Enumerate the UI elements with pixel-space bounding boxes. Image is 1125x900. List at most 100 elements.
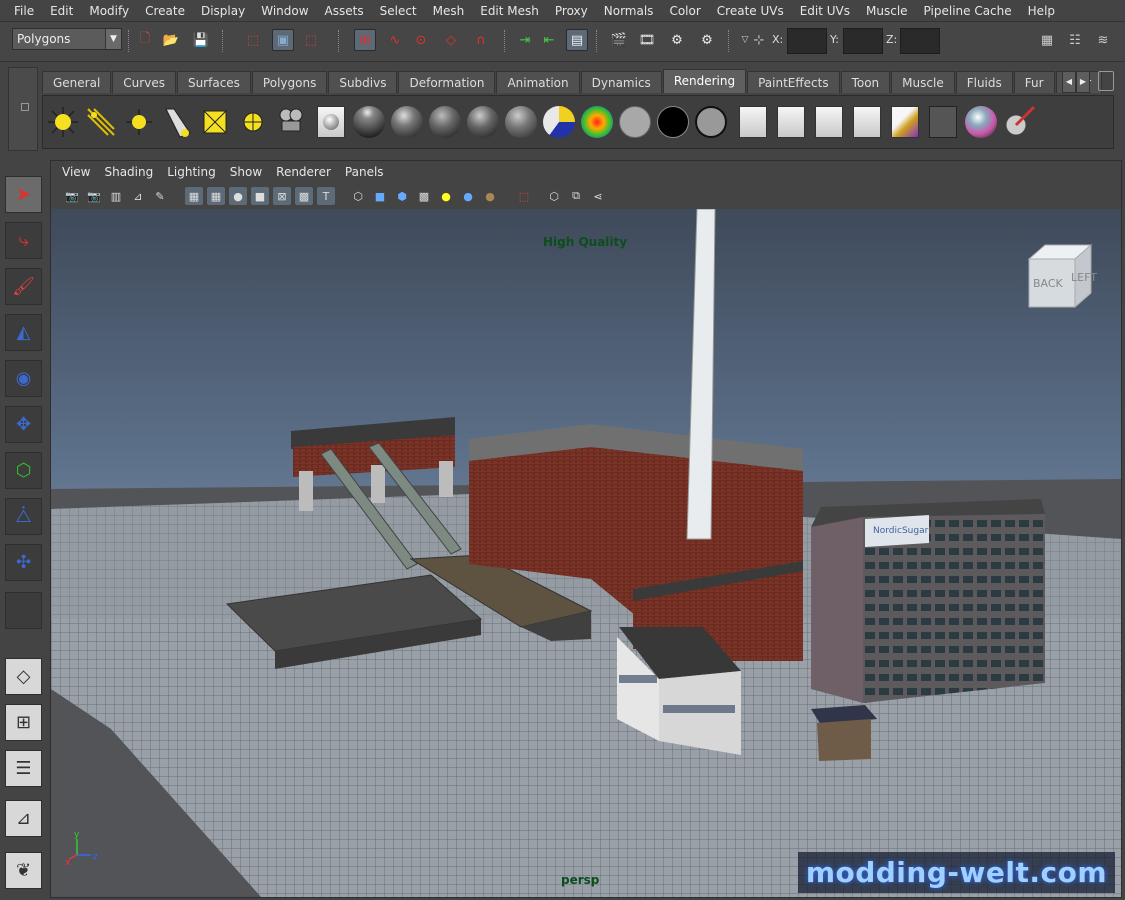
panel-menu-shading[interactable]: Shading [97,161,160,183]
menu-file[interactable]: File [6,0,42,22]
shelf-tab-muscle[interactable]: Muscle [891,71,955,93]
select-hierarchy-icon[interactable]: ⬚ [242,29,264,51]
chevron-down-icon[interactable]: ▼ [105,29,121,49]
save-scene-icon[interactable]: 💾 [190,29,212,51]
camera-select-icon[interactable]: 📷 [63,187,81,205]
shelf-tab-fur[interactable]: Fur [1013,71,1055,93]
menu-edit-uvs[interactable]: Edit UVs [792,0,858,22]
shelf-tab-surfaces[interactable]: Surfaces [176,71,251,93]
chevron-left-icon[interactable]: ◀ [1062,71,1076,93]
paint-fx-icon[interactable] [963,104,999,140]
point-light-icon[interactable] [121,104,157,140]
textured-icon[interactable]: ▩ [295,187,313,205]
menu-window[interactable]: Window [253,0,316,22]
scale-tool-icon[interactable]: ✥ [5,406,42,443]
shelf-tab-general[interactable]: General [42,71,112,93]
menu-modify[interactable]: Modify [81,0,137,22]
shelf-tab-rendering[interactable]: Rendering [662,69,747,93]
light-linking-icon[interactable] [887,104,923,140]
hud-icon[interactable]: ⬡ [545,187,563,205]
render-settings-icon[interactable] [811,104,847,140]
move-tool-icon[interactable]: ◭ [5,314,42,351]
hypershade-icon[interactable] [693,104,729,140]
menu-display[interactable]: Display [193,0,253,22]
soft-modification-icon[interactable]: ⧊ [5,498,42,535]
snap-point-icon[interactable]: ⊙ [410,29,432,51]
z-field[interactable] [900,28,940,54]
shelf-tab-subdivs[interactable]: Subdivs [328,71,398,93]
panel-menu-panels[interactable]: Panels [338,161,391,183]
tool-settings-icon[interactable]: ☷ [1064,29,1086,51]
menu-edit-mesh[interactable]: Edit Mesh [472,0,547,22]
snap-plane-icon[interactable]: ◇ [440,29,462,51]
render-settings-icon[interactable]: ⚙ [666,29,688,51]
paint-select-tool-icon[interactable]: 🖌 [5,268,42,305]
share-icon[interactable]: ⋖ [589,187,607,205]
graph-editor-layout-icon[interactable]: ⊿ [5,800,42,837]
menu-normals[interactable]: Normals [596,0,662,22]
paint-tool-icon[interactable] [1001,104,1037,140]
ipr-render-icon[interactable] [773,104,809,140]
shadows-icon[interactable]: ● [459,187,477,205]
use-background-shader-icon[interactable] [655,104,691,140]
wireframe-icon[interactable]: ▦ [185,187,203,205]
select-camera-icon[interactable]: ⬚ [515,187,533,205]
flat-shade-icon[interactable]: ■ [251,187,269,205]
hypershade-icon[interactable]: ⚙ [696,29,718,51]
snap-curve-icon[interactable]: ∿ [384,29,406,51]
shelf-tab-toon[interactable]: Toon [840,71,891,93]
image-plane-icon[interactable]: ⊿ [129,187,147,205]
shelf-handle[interactable] [8,67,38,151]
resolution-gate-icon[interactable]: ⧉ [567,187,585,205]
menu-pipeline-cache[interactable]: Pipeline Cache [916,0,1020,22]
camera-attributes-icon[interactable]: 📷 [85,187,103,205]
spot-light-icon[interactable] [159,104,195,140]
shelf-tab-polygons[interactable]: Polygons [251,71,328,93]
phonge-shader-icon[interactable] [427,104,463,140]
wireframe-on-shaded-icon[interactable]: ⊠ [273,187,291,205]
select-component-icon[interactable]: ⬚ [300,29,322,51]
show-manipulator-icon[interactable]: ✣ [5,544,42,581]
text-display-icon[interactable]: T [317,187,335,205]
render-view-icon[interactable] [313,104,349,140]
cube-display-icon[interactable]: ⬡ [349,187,367,205]
lights-icon[interactable]: ● [437,187,455,205]
trash-icon[interactable] [1098,71,1114,91]
batch-render-icon[interactable] [849,104,885,140]
anisotropic-shader-icon[interactable] [503,104,539,140]
hypergraph-layout-icon[interactable]: ❦ [5,852,42,889]
y-field[interactable] [843,28,883,54]
snap-live-icon[interactable]: ∩ [470,29,492,51]
bookmarks-icon[interactable]: ▥ [107,187,125,205]
ipr-render-icon[interactable]: 🎞 [636,29,658,51]
shelf-tab-animation[interactable]: Animation [496,71,580,93]
render-frame-icon[interactable]: 🎬 [608,29,630,51]
menu-set-selector[interactable]: Polygons ▼ [12,28,122,50]
shelf-menu-icon[interactable] [21,103,29,111]
menu-create[interactable]: Create [137,0,193,22]
snap-grid-icon[interactable]: ⊞ [354,29,376,51]
directional-light-icon[interactable] [83,104,119,140]
lambert-shader-icon[interactable] [465,104,501,140]
render-current-frame-icon[interactable] [735,104,771,140]
menu-assets[interactable]: Assets [317,0,372,22]
shelf-tab-fluids[interactable]: Fluids [955,71,1013,93]
transform-mode-icon[interactable]: ⊹ [748,29,770,51]
menu-edit[interactable]: Edit [42,0,81,22]
last-tool-slot[interactable] [5,592,42,629]
x-field[interactable] [787,28,827,54]
render-view-icon[interactable]: ▤ [566,29,588,51]
surface-shader-icon[interactable] [617,104,653,140]
shelf-tab-deformation[interactable]: Deformation [398,71,496,93]
single-perspective-layout-icon[interactable]: ◇ [5,658,42,695]
attribute-editor-icon[interactable]: ▦ [1036,29,1058,51]
2d-pan-zoom-icon[interactable]: ✎ [151,187,169,205]
grid-icon[interactable]: ▦ [207,187,225,205]
construction-history-icon[interactable]: ⇤ [538,29,560,51]
area-light-icon[interactable] [197,104,233,140]
select-object-icon[interactable]: ▣ [272,29,294,51]
panel-menu-renderer[interactable]: Renderer [269,161,338,183]
phong-shader-icon[interactable] [389,104,425,140]
view-cube[interactable]: BACK LEFT [1021,237,1101,317]
ambient-light-icon[interactable] [45,104,81,140]
